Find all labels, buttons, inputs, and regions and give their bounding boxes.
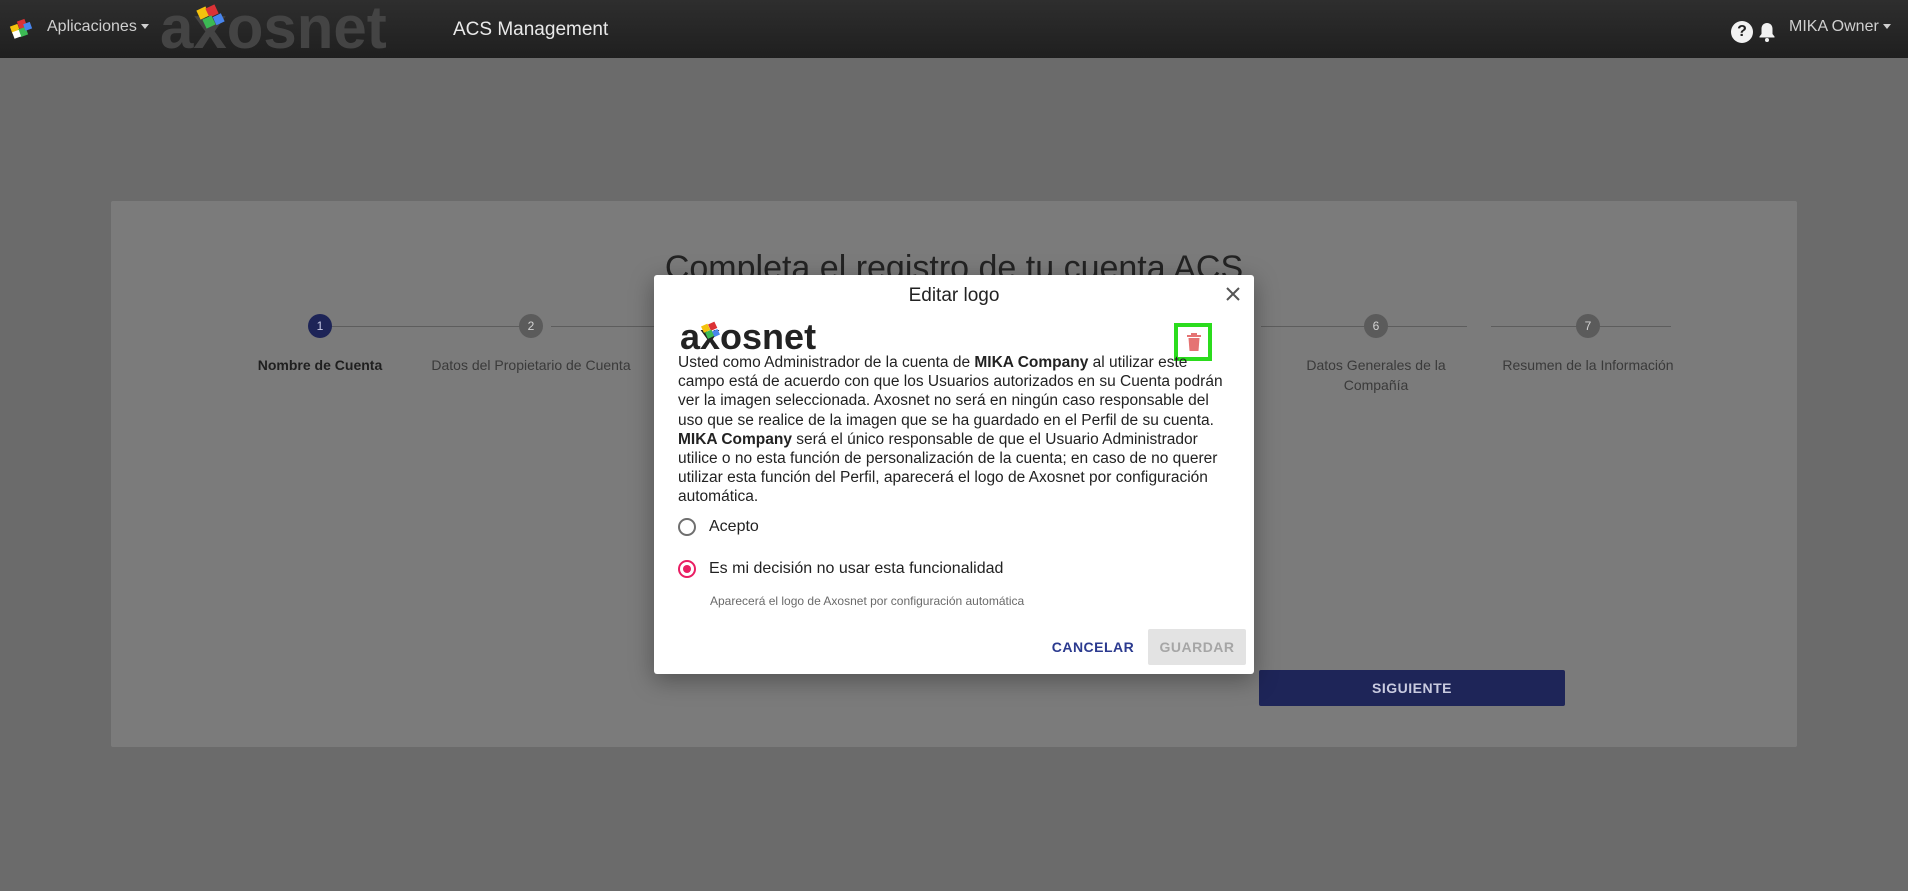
company-name: MIKA Company (974, 354, 1089, 371)
edit-logo-dialog: Editar logo axosnet Usted como Administr… (654, 275, 1254, 674)
step-connector (331, 326, 521, 327)
step-1-dot[interactable]: 1 (308, 314, 332, 338)
brand-logo: axosnet (160, 0, 387, 56)
svg-text:axosnet: axosnet (160, 0, 387, 56)
save-button[interactable]: GUARDAR (1148, 629, 1246, 665)
company-name: MIKA Company (678, 430, 792, 448)
consent-text-part: Usted como Administrador de la cuenta de (678, 354, 975, 371)
radio-accept[interactable] (678, 518, 696, 536)
chevron-down-icon (140, 24, 149, 30)
dialog-title: Editar logo (908, 285, 1000, 306)
next-button[interactable]: SIGUIENTE (1259, 670, 1565, 706)
svg-text:axosnet: axosnet (680, 319, 816, 353)
consent-text: Usted como Administrador de la cuenta de… (678, 353, 1228, 507)
help-icon[interactable]: ? (1731, 21, 1753, 43)
axosnet-logo: axosnet (680, 319, 816, 353)
top-bar: Aplicaciones axosnet ACS Management ? MI… (0, 0, 1908, 58)
close-icon[interactable] (1224, 285, 1242, 303)
user-name: MIKA Owner (1789, 18, 1879, 35)
trash-icon (1187, 333, 1201, 351)
step-7-label: Resumen de la Información (1502, 357, 1674, 373)
app-title: ACS Management (453, 19, 609, 40)
user-menu[interactable]: MIKA Owner (1789, 18, 1891, 36)
chevron-down-icon (1882, 24, 1891, 30)
step-7-dot[interactable]: 7 (1576, 314, 1600, 338)
step-6-label: Datos Generales de la Compañía (1306, 357, 1446, 393)
apps-icon[interactable] (8, 15, 34, 41)
step-1-label: Nombre de Cuenta (257, 357, 383, 373)
step-6-dot[interactable]: 6 (1364, 314, 1388, 338)
apps-menu[interactable]: Aplicaciones (47, 18, 149, 36)
apps-menu-label: Aplicaciones (47, 18, 137, 35)
radio-decline[interactable] (678, 560, 696, 578)
radio-decline-label: Es mi decisión no usar esta funcionalida… (709, 560, 1004, 577)
step-2-dot[interactable]: 2 (519, 314, 543, 338)
radio-accept-label: Acepto (709, 518, 759, 535)
bell-icon[interactable] (1756, 21, 1778, 43)
step-2-label: Datos del Propietario de Cuenta (431, 357, 631, 373)
cancel-button[interactable]: CANCELAR (1048, 629, 1138, 665)
hint-text: Aparecerá el logo de Axosnet por configu… (710, 594, 1025, 608)
